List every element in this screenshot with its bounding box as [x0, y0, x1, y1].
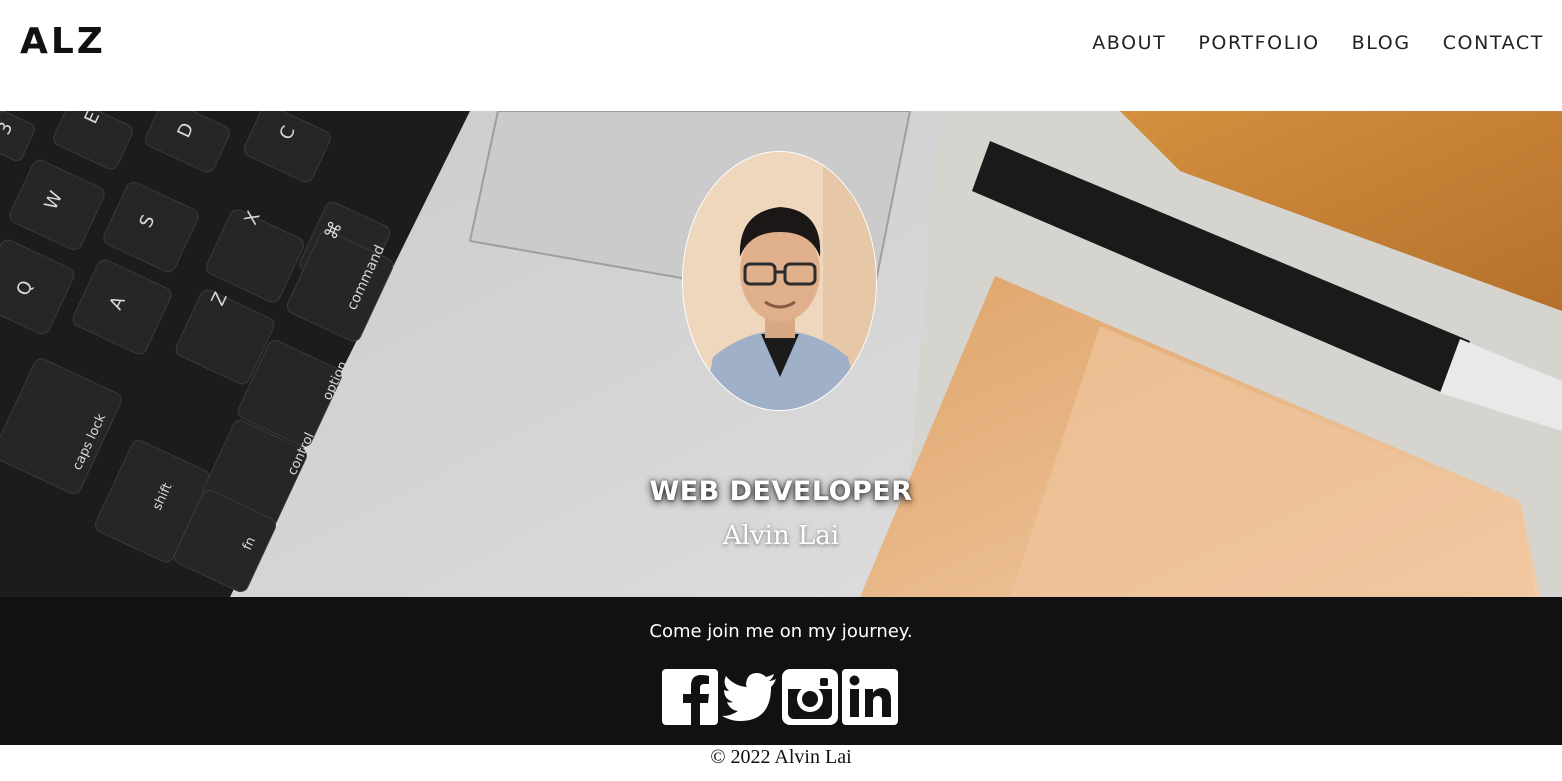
instagram-icon[interactable]: [782, 669, 838, 725]
nav-link-blog[interactable]: BLOG: [1352, 31, 1411, 55]
main-nav: ABOUT PORTFOLIO BLOG CONTACT: [1060, 31, 1544, 55]
profile-photo: [682, 151, 877, 411]
site-footer: Come join me on my journey.: [0, 597, 1562, 745]
footer-copyright: © 2022 Alvin Lai: [710, 746, 852, 768]
twitter-icon[interactable]: [722, 669, 778, 725]
nav-link-contact[interactable]: CONTACT: [1443, 31, 1544, 55]
nav-link-about[interactable]: ABOUT: [1092, 31, 1166, 55]
site-header: ALZ ABOUT PORTFOLIO BLOG CONTACT: [0, 0, 1562, 111]
facebook-icon[interactable]: [662, 669, 718, 725]
hero-role-title: WEB DEVELOPER: [649, 476, 913, 507]
nav-link-portfolio[interactable]: PORTFOLIO: [1198, 31, 1319, 55]
hero-banner: 3 E D C W S X ⌘ Q A Z command caps lock …: [0, 111, 1562, 597]
site-logo[interactable]: ALZ: [20, 22, 106, 62]
linkedin-icon[interactable]: [842, 669, 898, 725]
hero-person-name: Alvin Lai: [722, 521, 840, 551]
footer-tagline: Come join me on my journey.: [649, 621, 913, 642]
profile-photo-illustration: [683, 152, 876, 410]
social-links: [662, 669, 898, 725]
